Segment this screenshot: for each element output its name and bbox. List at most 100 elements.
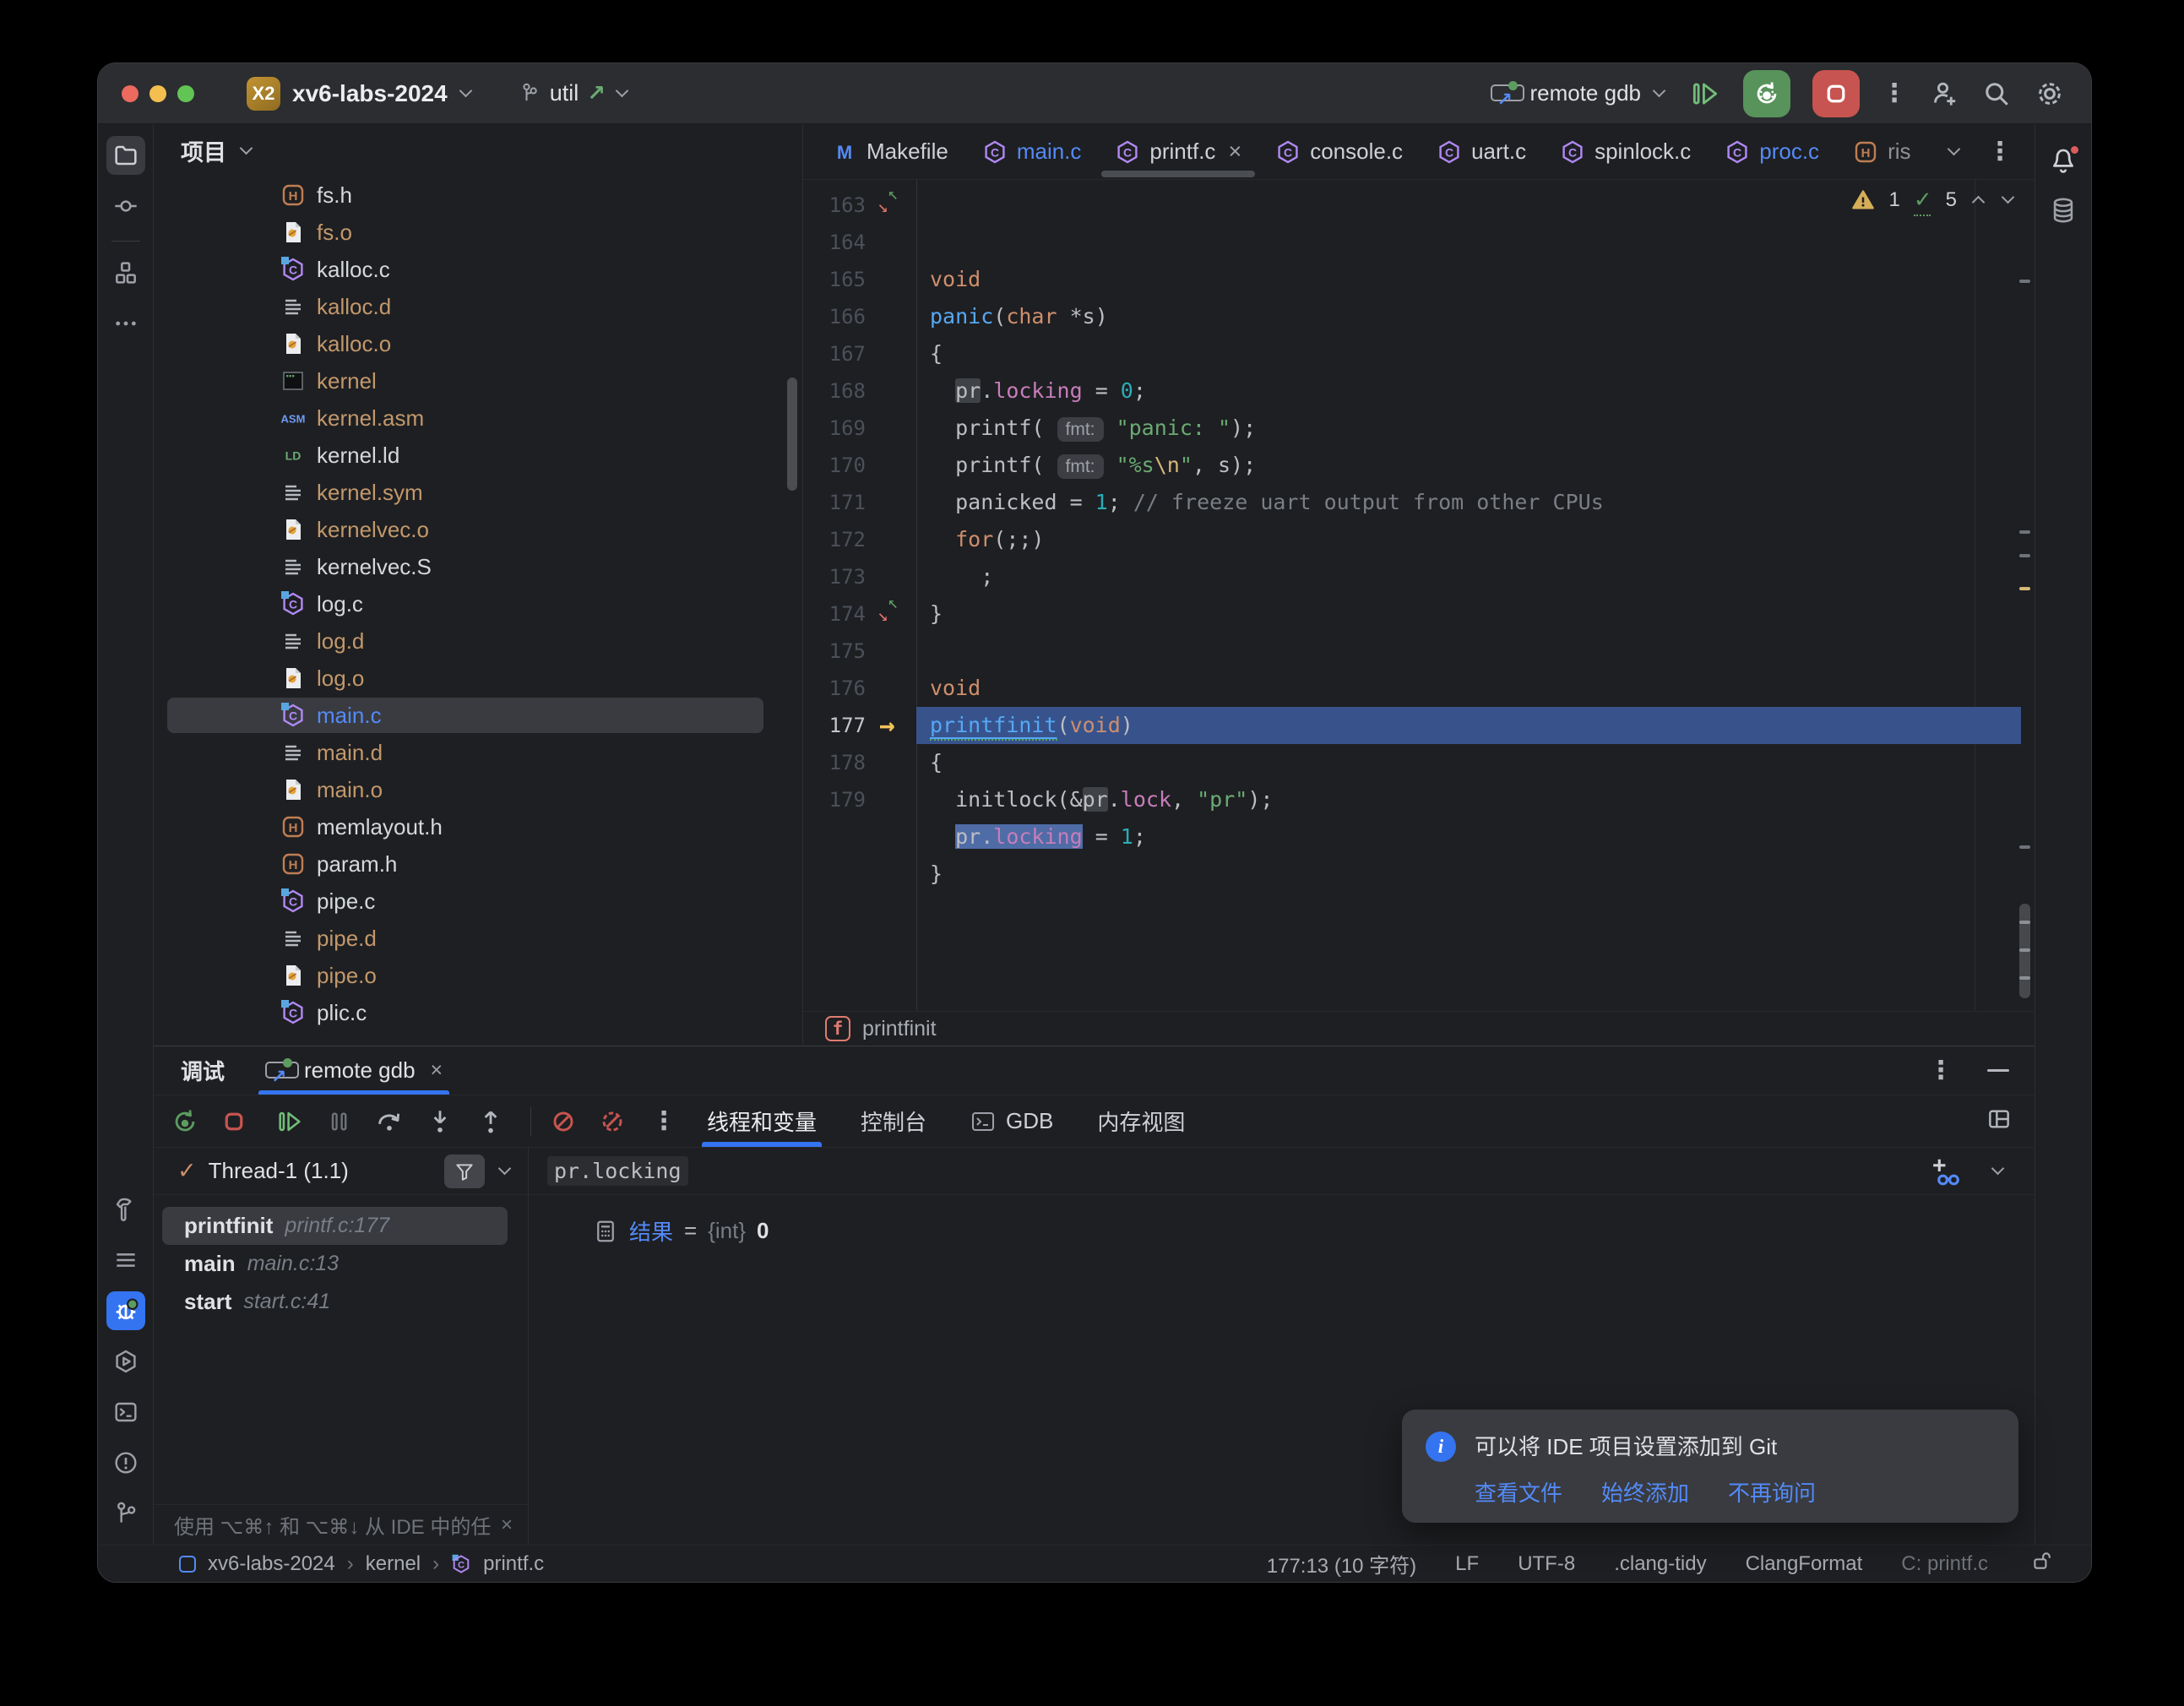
tree-item[interactable]: kalloc.d: [154, 288, 802, 325]
prev-problem-icon[interactable]: [1972, 196, 1986, 209]
tree-item[interactable]: main.o: [154, 771, 802, 808]
tree-item[interactable]: LDkernel.ld: [154, 437, 802, 474]
stop-button[interactable]: [1812, 70, 1860, 117]
stack-frame[interactable]: main main.c:13: [154, 1245, 528, 1283]
statusbar-breadcrumb-project[interactable]: xv6-labs-2024: [208, 1552, 335, 1576]
tree-scrollbar[interactable]: [787, 378, 797, 491]
tree-item[interactable]: Cpipe.c: [154, 883, 802, 920]
watch-bar[interactable]: pr.locking: [529, 1148, 2035, 1195]
nav-arrows-icon[interactable]: ↖↘: [871, 187, 915, 224]
code-area[interactable]: 162 void 163↖↘ panic(char *s) 164 { 165 …: [803, 180, 2035, 1011]
problems-tool-button[interactable]: [106, 1443, 145, 1482]
lock-status-button[interactable]: [2030, 1550, 2091, 1578]
tree-item[interactable]: kalloc.o: [154, 325, 802, 362]
statusbar-item[interactable]: UTF-8: [1518, 1552, 1575, 1576]
filter-frames-button[interactable]: [444, 1155, 485, 1188]
watch-expression[interactable]: pr.locking: [547, 1156, 688, 1186]
editor-tab[interactable]: Hris: [1836, 124, 1927, 179]
minimize-panel-icon[interactable]: [1987, 1069, 2009, 1072]
tree-item[interactable]: log.o: [154, 660, 802, 697]
pause-button[interactable]: [326, 1108, 353, 1135]
code-line[interactable]: 164 {: [803, 224, 2035, 261]
editor-tab[interactable]: Cspinlock.c: [1543, 124, 1708, 179]
tree-item[interactable]: fs.o: [154, 214, 802, 251]
tree-item[interactable]: Hmemlayout.h: [154, 808, 802, 845]
tree-item[interactable]: Hparam.h: [154, 845, 802, 883]
tree-item[interactable]: Cplic.c: [154, 994, 802, 1031]
editor-tab[interactable]: Cproc.c: [1708, 124, 1836, 179]
tree-item[interactable]: pipe.o: [154, 957, 802, 994]
code-with-me-icon[interactable]: [1929, 79, 1959, 109]
close-session-icon[interactable]: ×: [431, 1058, 443, 1083]
editor-tab[interactable]: Cprintf.c ×: [1098, 124, 1258, 179]
toolbar-more-icon[interactable]: ⋮: [651, 1109, 676, 1134]
tab-list-chevron-icon[interactable]: [1948, 143, 1961, 156]
vcs-branch-widget[interactable]: util ↗: [518, 80, 630, 106]
project-name[interactable]: xv6-labs-2024: [292, 80, 448, 107]
project-tool-button[interactable]: [106, 136, 145, 175]
tree-item[interactable]: Cmain.c: [154, 697, 802, 734]
resume-program-icon[interactable]: [1689, 78, 1721, 110]
tree-item[interactable]: Ckalloc.c: [154, 251, 802, 288]
step-into-button[interactable]: [426, 1107, 454, 1136]
debug-session-tab[interactable]: ↗ remote gdb ×: [258, 1046, 449, 1095]
more-actions-icon[interactable]: ⋮: [1882, 81, 1907, 106]
debug-tool-button[interactable]: [106, 1291, 145, 1330]
git-tool-button[interactable]: [106, 1494, 145, 1533]
tree-item[interactable]: Clog.c: [154, 585, 802, 622]
project-badge[interactable]: X2: [247, 77, 280, 111]
debug-view-tab[interactable]: 线程和变量: [707, 1095, 817, 1147]
stack-frame[interactable]: printfinit printf.c:177: [154, 1207, 528, 1245]
tree-item[interactable]: kernel: [154, 362, 802, 399]
resume-button[interactable]: [275, 1107, 304, 1136]
evaluation-result-row[interactable]: 结果 = {int} 0: [529, 1195, 2035, 1247]
debug-view-tab[interactable]: GDB: [970, 1095, 1053, 1147]
tree-item[interactable]: kernelvec.S: [154, 548, 802, 585]
statusbar-breadcrumb-file[interactable]: printf.c: [483, 1552, 544, 1576]
editor-tab[interactable]: Cconsole.c: [1258, 124, 1420, 179]
stack-frame[interactable]: start start.c:41: [154, 1283, 528, 1321]
notification-link[interactable]: 查看文件: [1475, 1476, 1562, 1508]
more-tools-button[interactable]: [106, 304, 145, 343]
next-problem-icon[interactable]: [2002, 191, 2015, 204]
mute-breakpoints-button[interactable]: [599, 1108, 626, 1135]
statusbar-item[interactable]: ClangFormat: [1746, 1552, 1863, 1576]
step-over-button[interactable]: [375, 1107, 404, 1136]
project-chevron-icon[interactable]: [459, 84, 472, 98]
step-out-button[interactable]: [476, 1107, 505, 1136]
thread-selector[interactable]: Thread-1 (1.1): [209, 1158, 349, 1184]
run-config-widget[interactable]: ↗ remote gdb: [1491, 80, 1667, 106]
hint-close-icon[interactable]: ×: [501, 1513, 513, 1537]
todo-tool-button[interactable]: [106, 1241, 145, 1280]
view-breakpoints-button[interactable]: [550, 1108, 577, 1135]
editor-tab[interactable]: Cmain.c: [965, 124, 1099, 179]
run-anything-tool-button[interactable]: [106, 1342, 145, 1381]
watch-chevron-icon[interactable]: [1991, 1162, 2005, 1176]
statusbar-item[interactable]: .clang-tidy: [1614, 1552, 1706, 1576]
debug-options-icon[interactable]: ⋮: [1928, 1058, 1953, 1084]
tree-item[interactable]: main.d: [154, 734, 802, 771]
code-line[interactable]: 163↖↘ panic(char *s): [803, 187, 2035, 224]
notification-link[interactable]: 不再询问: [1728, 1476, 1816, 1508]
commit-tool-button[interactable]: [106, 187, 145, 225]
line-number[interactable]: 175: [803, 633, 866, 670]
structure-tool-button[interactable]: [106, 253, 145, 292]
terminal-tool-button[interactable]: [106, 1393, 145, 1432]
project-panel-chevron-icon[interactable]: [240, 141, 253, 155]
maximize-window-button[interactable]: [177, 85, 194, 102]
code-line[interactable]: 162 void: [803, 180, 2035, 187]
editor-tab[interactable]: MMakefile: [815, 124, 965, 179]
debug-view-tab[interactable]: 内存视图: [1097, 1095, 1185, 1147]
line-number[interactable]: 164: [803, 224, 866, 261]
tree-item[interactable]: ASMkernel.asm: [154, 399, 802, 437]
search-icon[interactable]: [1981, 79, 2012, 109]
close-tab-icon[interactable]: ×: [1228, 139, 1241, 165]
tree-item[interactable]: pipe.d: [154, 920, 802, 957]
breadcrumb-function[interactable]: printfinit: [862, 1017, 937, 1041]
add-watch-button[interactable]: [1927, 1155, 1961, 1188]
tree-item[interactable]: kernel.sym: [154, 474, 802, 511]
project-panel-title[interactable]: 项目: [181, 134, 226, 167]
stop-debug-button[interactable]: [221, 1109, 247, 1134]
close-window-button[interactable]: [122, 85, 139, 102]
inspections-widget[interactable]: 1 ✓ 5: [1851, 187, 2016, 213]
